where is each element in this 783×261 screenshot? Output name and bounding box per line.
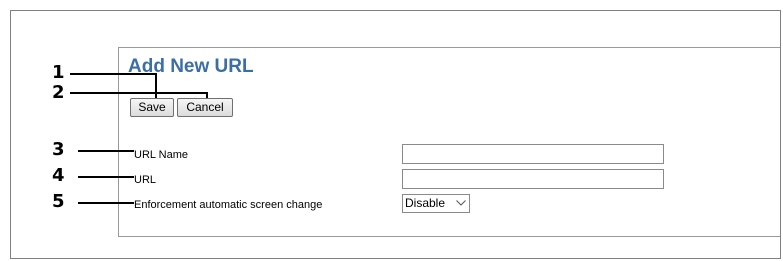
url-input[interactable] [402, 169, 664, 189]
callout-4: 4 [52, 165, 65, 186]
enforcement-select[interactable]: Disable [402, 194, 470, 213]
callout-2: 2 [52, 82, 65, 103]
page-title: Add New URL [128, 56, 254, 77]
callout-3: 3 [52, 139, 65, 160]
callout-5: 5 [52, 191, 65, 212]
url-name-label: URL Name [134, 149, 188, 161]
url-label: URL [134, 174, 157, 186]
enforcement-label: Enforcement automatic screen change [134, 199, 323, 211]
callout-1: 1 [52, 62, 65, 83]
chevron-down-icon [456, 200, 466, 206]
cancel-button[interactable]: Cancel [177, 98, 233, 117]
url-name-input[interactable] [402, 144, 664, 164]
enforcement-selected-value: Disable [405, 196, 446, 210]
save-button[interactable]: Save [130, 98, 174, 117]
